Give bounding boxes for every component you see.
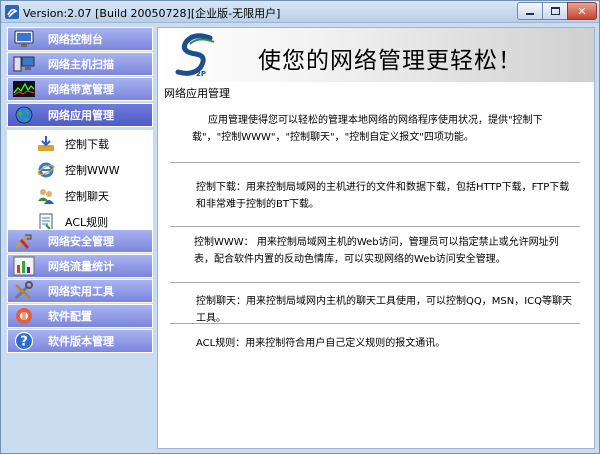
nav-label: 网络流量统计: [48, 260, 114, 273]
nav-item-host-scan[interactable]: 网络主机扫描: [7, 52, 153, 76]
submenu-item-download-control[interactable]: 控制下载: [7, 132, 153, 156]
maximize-button[interactable]: [542, 2, 568, 20]
nav-label: 网络控制台: [48, 33, 103, 46]
minimize-button[interactable]: [517, 2, 543, 20]
divider: [170, 282, 580, 283]
submenu-label: ACL规则: [65, 216, 109, 229]
nav-label: 网络带宽管理: [48, 83, 114, 96]
nav-label: 网络实用工具: [48, 285, 114, 298]
nav-label: 软件版本管理: [48, 335, 114, 348]
submenu-label: 控制WWW: [65, 164, 120, 177]
bar-chart-icon: [12, 255, 36, 277]
banner: 2P 使您的网络管理更轻松！: [158, 28, 594, 82]
nav-item-traffic-stats[interactable]: 网络流量统计: [7, 254, 153, 278]
wrench-icon: [12, 280, 36, 302]
www-control-description: 控制WWW： 用来控制局域网主机的Web访问，管理员可以指定禁止或允许网址列表，…: [194, 237, 559, 265]
title-bar[interactable]: Version:2.07 [Build 20050728][企业版-无限用户] …: [1, 1, 599, 23]
computer-icon: [12, 53, 36, 75]
download-control-description: 控制下载：用来控制局域网的主机进行的文件和数据下载，包括HTTP下载，FTP下载…: [196, 182, 570, 210]
divider: [170, 226, 580, 227]
svg-text:?: ?: [20, 335, 28, 350]
submenu-item-www-control[interactable]: 控制WWW: [7, 158, 153, 182]
maximize-icon: [550, 7, 560, 15]
app-window: Version:2.07 [Build 20050728][企业版-无限用户] …: [0, 0, 600, 454]
banner-title: 使您的网络管理更轻松！: [258, 48, 522, 74]
minimize-icon: [526, 13, 534, 15]
nav-label: 网络主机扫描: [48, 58, 114, 71]
download-icon: [37, 135, 55, 153]
close-button[interactable]: ✕: [567, 2, 597, 20]
sidebar-empty-area: [7, 355, 153, 449]
submenu-label: 控制聊天: [65, 190, 109, 203]
app-icon: [5, 5, 19, 19]
nav-label: 网络安全管理: [48, 235, 114, 248]
nav-label: 网络应用管理: [48, 109, 114, 122]
nav-item-software-config[interactable]: 软件配置: [7, 304, 153, 328]
logo-text: 2P: [196, 70, 206, 78]
chat-users-icon: [37, 187, 55, 205]
nav-label: 软件配置: [48, 310, 92, 323]
submenu-label: 控制下载: [65, 138, 109, 151]
divider: [170, 323, 580, 324]
nav-item-utilities[interactable]: 网络实用工具: [7, 279, 153, 303]
config-icon: [12, 305, 36, 327]
close-icon: ✕: [577, 4, 587, 18]
acl-rules-description: ACL规则：用来控制符合用户自己定义规则的报文通讯。: [196, 338, 446, 349]
submenu-item-chat-control[interactable]: 控制聊天: [7, 184, 153, 208]
tools-icon: [12, 230, 36, 252]
divider: [170, 162, 580, 163]
bandwidth-chart-icon: [12, 78, 36, 100]
nav-item-bandwidth[interactable]: 网络带宽管理: [7, 77, 153, 101]
monitor-icon: [12, 28, 36, 50]
product-logo: 2P: [175, 33, 215, 78]
globe-icon: [12, 104, 36, 126]
intro-text: 应用管理使得您可以轻松的管理本地网络的网络程序使用状况，提供"控制下载"，"控制…: [192, 115, 543, 143]
nav-item-console[interactable]: 网络控制台: [7, 27, 153, 51]
chat-control-description: 控制聊天：用来控制局域网内主机的聊天工具使用，可以控制QQ，MSN，ICQ等聊天…: [196, 296, 573, 324]
main-content: 2P 使您的网络管理更轻松！ 网络应用管理 应用管理使得您可以轻松的管理本地网络…: [157, 27, 595, 449]
nav-item-version-management[interactable]: ? 软件版本管理: [7, 329, 153, 353]
description-panel: 应用管理使得您可以轻松的管理本地网络的网络程序使用状况，提供"控制下载"，"控制…: [162, 98, 590, 444]
nav-item-app-management[interactable]: 网络应用管理: [7, 103, 153, 127]
sidebar-nav: 网络控制台 网络主机扫描 网络带宽管理 网络应用管理 控制下载 控制WWW 控制…: [7, 27, 153, 353]
window-title: Version:2.07 [Build 20050728][企业版-无限用户]: [23, 7, 281, 20]
help-icon: ?: [12, 330, 36, 352]
ie-icon: [37, 161, 55, 179]
nav-item-security[interactable]: 网络安全管理: [7, 229, 153, 253]
